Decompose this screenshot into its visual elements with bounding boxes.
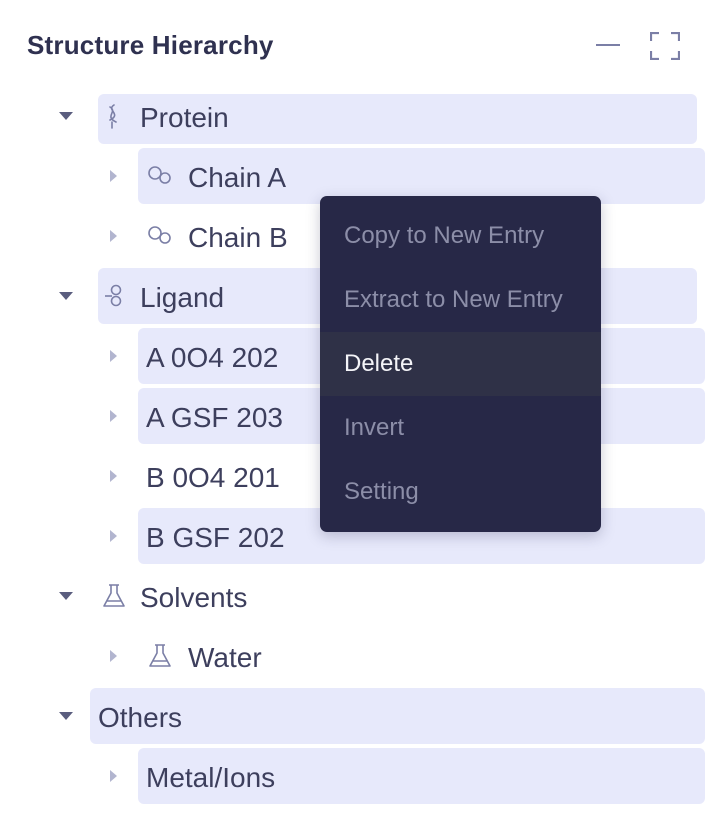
context-menu: Copy to New Entry Extract to New Entry D… <box>320 196 601 532</box>
tree-node-water[interactable]: Water <box>188 642 262 674</box>
fullscreen-icon[interactable] <box>649 31 681 61</box>
menu-item-delete[interactable]: Delete <box>320 332 601 396</box>
tree-node-ligand-item[interactable]: A GSF 203 <box>146 402 283 434</box>
menu-item-setting[interactable]: Setting <box>320 460 601 524</box>
collapse-caret-icon[interactable] <box>59 112 73 120</box>
expand-caret-icon[interactable] <box>110 230 117 242</box>
chain-icon <box>146 162 174 190</box>
panel-title: Structure Hierarchy <box>27 30 274 60</box>
panel-header: Structure Hierarchy <box>0 0 710 92</box>
tree-row-highlight <box>90 688 705 744</box>
menu-item-invert[interactable]: Invert <box>320 396 601 460</box>
flask-icon <box>146 642 174 670</box>
flask-icon <box>100 582 128 610</box>
collapse-caret-icon[interactable] <box>59 292 73 300</box>
expand-caret-icon[interactable] <box>110 350 117 362</box>
protein-helix-icon <box>100 102 128 130</box>
expand-caret-icon[interactable] <box>110 470 117 482</box>
expand-caret-icon[interactable] <box>110 410 117 422</box>
expand-caret-icon[interactable] <box>110 170 117 182</box>
tree-node-chain-a[interactable]: Chain A <box>188 162 286 194</box>
expand-caret-icon[interactable] <box>110 530 117 542</box>
expand-caret-icon[interactable] <box>110 770 117 782</box>
tree-node-ligand[interactable]: Ligand <box>140 282 224 314</box>
tree-node-ligand-item[interactable]: A 0O4 202 <box>146 342 278 374</box>
tree-node-ligand-item[interactable]: B GSF 202 <box>146 522 285 554</box>
ligand-molecule-icon <box>100 282 128 310</box>
menu-item-extract-to-new-entry[interactable]: Extract to New Entry <box>320 268 601 332</box>
tree-node-ligand-item[interactable]: B 0O4 201 <box>146 462 280 494</box>
expand-caret-icon[interactable] <box>110 650 117 662</box>
collapse-caret-icon[interactable] <box>59 592 73 600</box>
tree-node-metal-ions[interactable]: Metal/Ions <box>146 762 275 794</box>
menu-item-copy-to-new-entry[interactable]: Copy to New Entry <box>320 204 601 268</box>
minimize-icon[interactable] <box>596 44 620 46</box>
tree-node-protein[interactable]: Protein <box>140 102 229 134</box>
tree-node-chain-b[interactable]: Chain B <box>188 222 288 254</box>
chain-icon <box>146 222 174 250</box>
tree-node-others[interactable]: Others <box>98 702 182 734</box>
tree-node-solvents[interactable]: Solvents <box>140 582 247 614</box>
collapse-caret-icon[interactable] <box>59 712 73 720</box>
